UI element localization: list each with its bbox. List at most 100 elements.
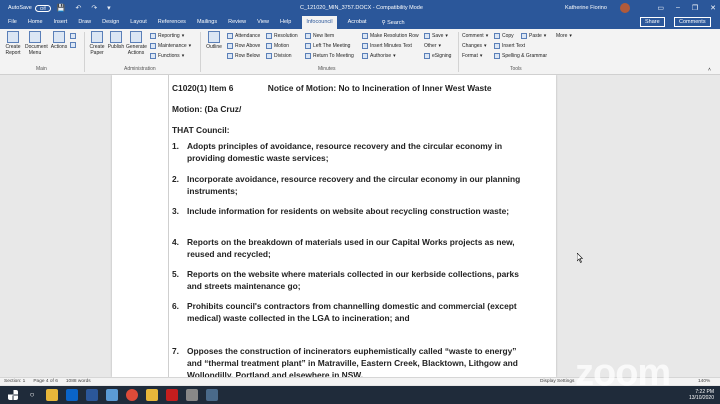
actions-button[interactable]: Actions [49,31,69,50]
paste-button[interactable]: Paste ▾ [521,32,546,40]
left-the-meeting-button[interactable]: Left The Meeting [305,42,350,50]
functions-icon [150,53,156,59]
app-icon[interactable] [186,389,198,401]
save-button[interactable]: Save ▾ [424,32,448,40]
more-button[interactable]: More ▾ [556,32,572,40]
page-indicator[interactable]: Page 4 of 6 [33,379,58,384]
quick-access-icons[interactable]: 💾 ↶ ↷ ▾ [57,4,115,12]
tab-help[interactable]: Help [280,16,291,29]
format-button[interactable]: Format ▾ [462,52,482,60]
folder-icon[interactable] [146,389,158,401]
outlook-icon[interactable] [66,389,78,401]
main-tick-icon[interactable] [70,41,76,49]
maintenance-label: Maintenance [158,43,187,49]
create-report-button[interactable]: Create Report [3,31,23,56]
list-item: 6. Prohibits council's contractors from … [172,300,522,324]
avatar[interactable] [620,3,630,13]
publish-icon [110,31,122,43]
close-icon[interactable]: ✕ [710,4,716,12]
group-label-administration: Administration [124,66,156,72]
functions-button[interactable]: Functions ▾ [150,52,184,60]
tab-review[interactable]: Review [228,16,246,29]
reporting-button[interactable]: Reporting ▾ [150,32,184,40]
search-icon[interactable]: ○ [26,389,38,401]
search-box[interactable]: ⚲ Search [382,20,405,26]
display-settings-button[interactable]: Display Settings [540,379,574,384]
windows-start-icon[interactable] [8,390,18,400]
make-resolution-row-label: Make Resolution Row [370,33,419,39]
resolution-button[interactable]: Resolution [266,32,298,40]
insert-minutes-text-button[interactable]: Insert Minutes Text [362,42,412,50]
group-label-main: Main [36,66,47,72]
main-check-icon[interactable] [70,32,76,40]
tab-insert[interactable]: Insert [54,16,68,29]
outline-button[interactable]: Outline [204,31,224,50]
tab-file[interactable]: File [8,16,17,29]
system-clock[interactable]: 7:22 PM 13/10/2020 [689,389,714,401]
division-button[interactable]: Division [266,52,292,60]
collapse-ribbon-icon[interactable]: ˄ [708,66,711,74]
return-to-meeting-button[interactable]: Return To Meeting [305,52,354,60]
copy-label: Copy [502,33,514,39]
document-area: C1020(1) Item 6 Notice of Motion: No to … [0,75,720,377]
ribbon-display-icon[interactable]: ▭ [657,4,664,12]
generate-actions-button[interactable]: Generate Actions [126,31,147,56]
maintenance-icon [150,43,156,49]
row-above-button[interactable]: Row Above [227,42,260,50]
share-button[interactable]: Share [640,17,665,27]
tab-view[interactable]: View [257,16,269,29]
attendance-button[interactable]: Attendance [227,32,260,40]
comment-button[interactable]: Comment ▾ [462,32,488,40]
make-resolution-row-button[interactable]: Make Resolution Row [362,32,419,40]
app-icon[interactable] [206,389,218,401]
acrobat-icon[interactable] [166,389,178,401]
motion-button[interactable]: Motion [266,42,289,50]
insert-text-label: Insert Text [502,43,525,49]
resolution-row-icon [362,33,368,39]
chrome-icon[interactable] [126,389,138,401]
tab-infocouncil[interactable]: Infocouncil [302,16,337,29]
document-page[interactable]: C1020(1) Item 6 Notice of Motion: No to … [112,75,556,377]
section-indicator[interactable]: Section: 1 [4,379,25,384]
tab-draw[interactable]: Draw [78,16,91,29]
zoom-level[interactable]: 140% [698,379,710,384]
file-explorer-icon[interactable] [46,389,58,401]
resolution-label: Resolution [274,33,298,39]
format-label: Format [462,53,478,59]
maintenance-button[interactable]: Maintenance ▾ [150,42,191,50]
report-icon [7,31,19,43]
word-icon[interactable] [86,389,98,401]
list-item: 5. Reports on the website where material… [172,268,522,292]
list-number: 7. [172,346,179,356]
list-text: Opposes the construction of incinerators… [187,346,518,377]
tab-acrobat[interactable]: Acrobat [348,16,367,29]
paper-icon [91,31,103,43]
tab-design[interactable]: Design [102,16,119,29]
autosave-toggle[interactable]: Off [34,4,51,12]
other-button[interactable]: Other ▾ [424,42,441,50]
tab-layout[interactable]: Layout [130,16,147,29]
comments-button[interactable]: Comments [674,17,711,27]
insert-text-button[interactable]: Insert Text [494,42,525,50]
authorise-button[interactable]: Authorise ▾ [362,52,396,60]
publish-button[interactable]: Publish [106,31,126,50]
word-count[interactable]: 1088 words [66,379,91,384]
list-text: Prohibits council's contractors from cha… [187,301,517,323]
minimize-icon[interactable]: – [676,4,680,12]
tab-mailings[interactable]: Mailings [197,16,217,29]
document-menu-button[interactable]: Document Menu [25,31,48,56]
user-name[interactable]: Katherine Fiorino [565,5,607,11]
copy-button[interactable]: Copy [494,32,514,40]
changes-button[interactable]: Changes ▾ [462,42,487,50]
esigning-label: eSigning [432,53,452,59]
tab-home[interactable]: Home [28,16,43,29]
motion-icon [266,43,272,49]
zoom-app-icon[interactable] [106,389,118,401]
maximize-icon[interactable]: ❐ [692,4,698,12]
create-paper-button[interactable]: Create Paper [87,31,107,56]
spelling-button[interactable]: Spelling & Grammar [494,52,547,60]
tab-references[interactable]: References [158,16,186,29]
row-below-button[interactable]: Row Below [227,52,260,60]
new-item-button[interactable]: New Item [305,32,334,40]
esigning-button[interactable]: eSigning [424,52,451,60]
